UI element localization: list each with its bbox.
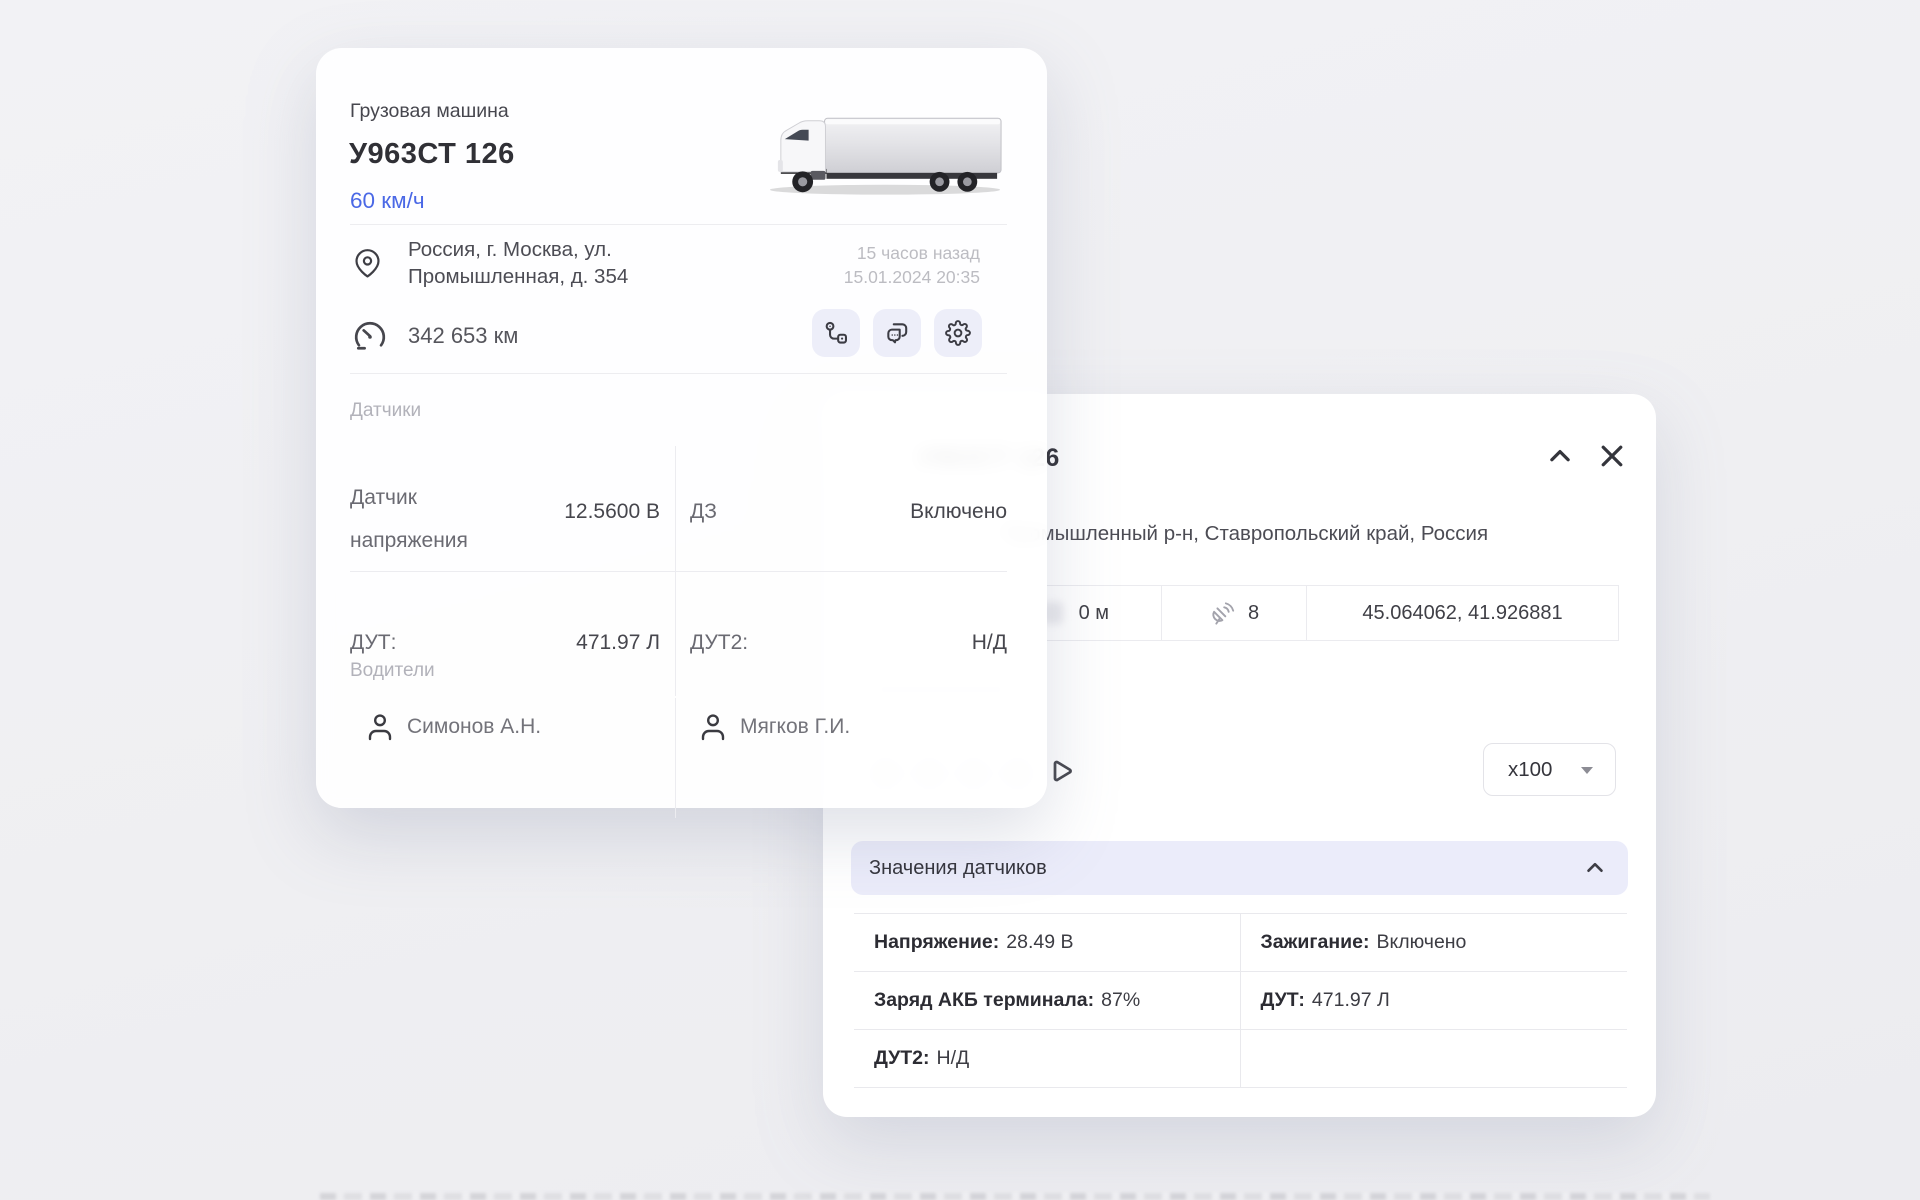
close-button[interactable] xyxy=(1596,440,1628,472)
odometer-value: 342 653 км xyxy=(408,323,518,349)
odometer-icon xyxy=(351,316,389,352)
background-peek-strip xyxy=(320,1193,1710,1200)
last-update: 15 часов назад 15.01.2024 20:35 xyxy=(844,241,980,289)
stat-coordinates: 45.064062, 41.926881 xyxy=(1307,586,1619,640)
chat-icon xyxy=(884,320,910,346)
close-icon xyxy=(1597,441,1627,471)
driver-name: Мягков Г.И. xyxy=(740,715,850,739)
table-cell: Заряд АКБ терминала:87% xyxy=(854,972,1241,1029)
driver-name: Симонов А.Н. xyxy=(407,715,541,739)
table-cell: Зажигание:Включено xyxy=(1241,914,1628,971)
satellite-icon xyxy=(1209,600,1236,627)
sensor-label: ДУТ2: xyxy=(690,631,748,655)
playback-speed-value: x100 xyxy=(1508,758,1552,782)
play-icon xyxy=(1045,756,1075,786)
vehicle-type-label: Грузовая машина xyxy=(350,100,509,123)
last-update-relative: 15 часов назад xyxy=(844,241,980,265)
playback-speed-select[interactable]: x100 xyxy=(1483,743,1616,796)
sensor-label: Датчик напряжения xyxy=(350,476,530,562)
table-row: ДУТ2:Н/Д xyxy=(854,1030,1627,1088)
table-row: Напряжение:28.49 В Зажигание:Включено xyxy=(854,914,1627,972)
sensors-section-title: Датчики xyxy=(350,400,421,422)
play-button[interactable] xyxy=(1045,756,1075,786)
driver-item: Мягков Г.И. xyxy=(697,710,850,744)
table-cell: ДУТ:471.97 Л xyxy=(1241,972,1628,1029)
sensor-label: ДЗ xyxy=(690,500,717,524)
last-update-datetime: 15.01.2024 20:35 xyxy=(844,265,980,289)
settings-button[interactable] xyxy=(934,309,982,357)
drivers-section-title: Водители xyxy=(350,660,435,682)
collapse-button[interactable] xyxy=(1544,440,1576,472)
table-cell-empty xyxy=(1241,1030,1628,1087)
messages-button[interactable] xyxy=(873,309,921,357)
caret-down-icon xyxy=(1579,764,1595,776)
route-button[interactable] xyxy=(812,309,860,357)
divider xyxy=(675,698,676,818)
route-icon xyxy=(823,320,849,346)
table-cell: ДУТ2:Н/Д xyxy=(854,1030,1241,1087)
divider xyxy=(350,571,1007,572)
truck-image xyxy=(761,110,1009,200)
table-cell: Напряжение:28.49 В xyxy=(854,914,1241,971)
panel-address: Промышленный р-н, Ставропольский край, Р… xyxy=(1003,522,1488,546)
vehicle-address: Россия, г. Москва, ул. Промышленная, д. … xyxy=(408,236,718,290)
person-icon xyxy=(697,710,729,744)
divider xyxy=(350,224,1007,225)
person-icon xyxy=(364,710,396,744)
panel-window-buttons xyxy=(1544,440,1628,472)
sensor-value: Н/Д xyxy=(816,631,1007,655)
sensor-value: 12.5600 В xyxy=(516,500,660,524)
sensor-values-table: Напряжение:28.49 В Зажигание:Включено За… xyxy=(854,913,1627,1088)
chevron-up-icon xyxy=(1582,855,1608,881)
action-buttons xyxy=(812,309,982,357)
stat-satellites: 8 xyxy=(1162,586,1307,640)
chevron-up-icon xyxy=(1545,441,1575,471)
gear-icon xyxy=(945,320,971,346)
sensor-values-section-header[interactable]: Значения датчиков xyxy=(851,841,1628,895)
page-background: { "vehicle_card": { "type_label": "Грузо… xyxy=(0,0,1920,1200)
vehicle-plate: У963СТ 126 xyxy=(349,138,515,171)
divider xyxy=(350,373,1007,374)
sensor-value: Включено xyxy=(816,500,1007,524)
location-pin-icon xyxy=(352,247,383,280)
table-row: Заряд АКБ терминала:87% ДУТ:471.97 Л xyxy=(854,972,1627,1030)
sensor-values-title: Значения датчиков xyxy=(869,857,1047,880)
driver-item: Симонов А.Н. xyxy=(364,710,541,744)
sensor-value: 471.97 Л xyxy=(516,631,660,655)
sensor-label: ДУТ: xyxy=(350,631,396,655)
vehicle-card: Грузовая машина У963СТ 126 60 км/ч xyxy=(316,48,1047,808)
vehicle-speed: 60 км/ч xyxy=(350,188,425,214)
